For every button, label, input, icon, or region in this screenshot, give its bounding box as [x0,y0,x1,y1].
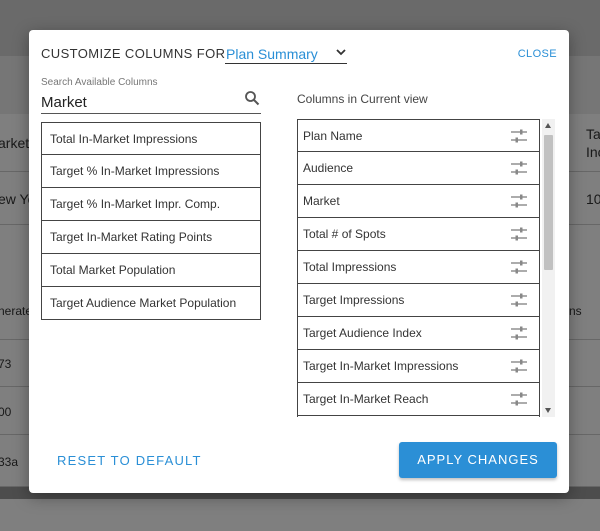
available-columns-list: Total In-Market Impressions Target % In-… [41,122,261,320]
plan-select-value: Plan Summary [226,46,318,62]
current-column-label: Target In-Market Reach [303,392,429,406]
arrow-down-icon[interactable] [545,408,551,413]
current-column-label: Total # of Spots [303,227,386,241]
reset-to-default-button[interactable]: RESET TO DEFAULT [57,453,202,468]
available-column-item[interactable]: Target Audience Market Population [41,287,261,320]
current-view-scrollbar[interactable] [542,119,555,417]
scrollbar-thumb[interactable] [544,135,553,270]
drag-handle-icon[interactable] [511,392,527,406]
current-column-label: Target In-Market Impressions [303,359,459,373]
drag-handle-icon[interactable] [511,227,527,241]
drag-handle-icon[interactable] [511,161,527,175]
available-column-item[interactable]: Total In-Market Impressions [41,122,261,155]
current-column-item[interactable]: Target In-Market Impressions [297,350,540,383]
current-view-columns-list: Plan Name Audience Market Total # of Spo… [297,119,540,417]
customize-columns-dialog: CUSTOMIZE COLUMNS FOR Plan Summary CLOSE… [29,30,569,493]
drag-handle-icon[interactable] [511,293,527,307]
current-column-label: Target Impressions [303,293,405,307]
dialog-title: CUSTOMIZE COLUMNS FOR [41,46,226,61]
current-view-title: Columns in Current view [297,92,428,106]
drag-handle-icon[interactable] [511,194,527,208]
available-column-item[interactable]: Target % In-Market Impressions [41,155,261,188]
available-column-item[interactable]: Target % In-Market Impr. Comp. [41,188,261,221]
search-icon[interactable] [244,90,260,106]
current-column-item[interactable]: Target Audience Index [297,317,540,350]
current-column-label: Plan Name [303,129,363,143]
chevron-down-icon [336,49,346,56]
apply-changes-button[interactable]: APPLY CHANGES [399,442,557,478]
search-label: Search Available Columns [41,77,158,88]
current-column-item[interactable]: Target Impressions [297,284,540,317]
current-column-label: Total Impressions [303,260,397,274]
available-column-item[interactable]: Total Market Population [41,254,261,287]
drag-handle-icon[interactable] [511,129,527,143]
current-column-item[interactable]: Total Impressions [297,251,540,284]
current-view-scroll-area[interactable]: Plan Name Audience Market Total # of Spo… [297,119,555,417]
current-column-item[interactable]: Plan Name [297,119,540,152]
current-column-item[interactable] [297,416,540,417]
plan-select-dropdown[interactable]: Plan Summary [225,44,347,64]
current-column-item[interactable]: Audience [297,152,540,185]
drag-handle-icon[interactable] [511,326,527,340]
close-button[interactable]: CLOSE [518,48,557,60]
arrow-up-icon[interactable] [545,123,551,128]
drag-handle-icon[interactable] [511,359,527,373]
available-column-item[interactable]: Target In-Market Rating Points [41,221,261,254]
drag-handle-icon[interactable] [511,260,527,274]
current-column-label: Audience [303,161,354,175]
current-column-label: Market [303,194,340,208]
current-column-label: Target Audience Index [303,326,422,340]
current-column-item[interactable]: Target In-Market Reach [297,383,540,416]
search-input[interactable] [41,92,261,114]
current-column-item[interactable]: Total # of Spots [297,218,540,251]
current-column-item[interactable]: Market [297,185,540,218]
